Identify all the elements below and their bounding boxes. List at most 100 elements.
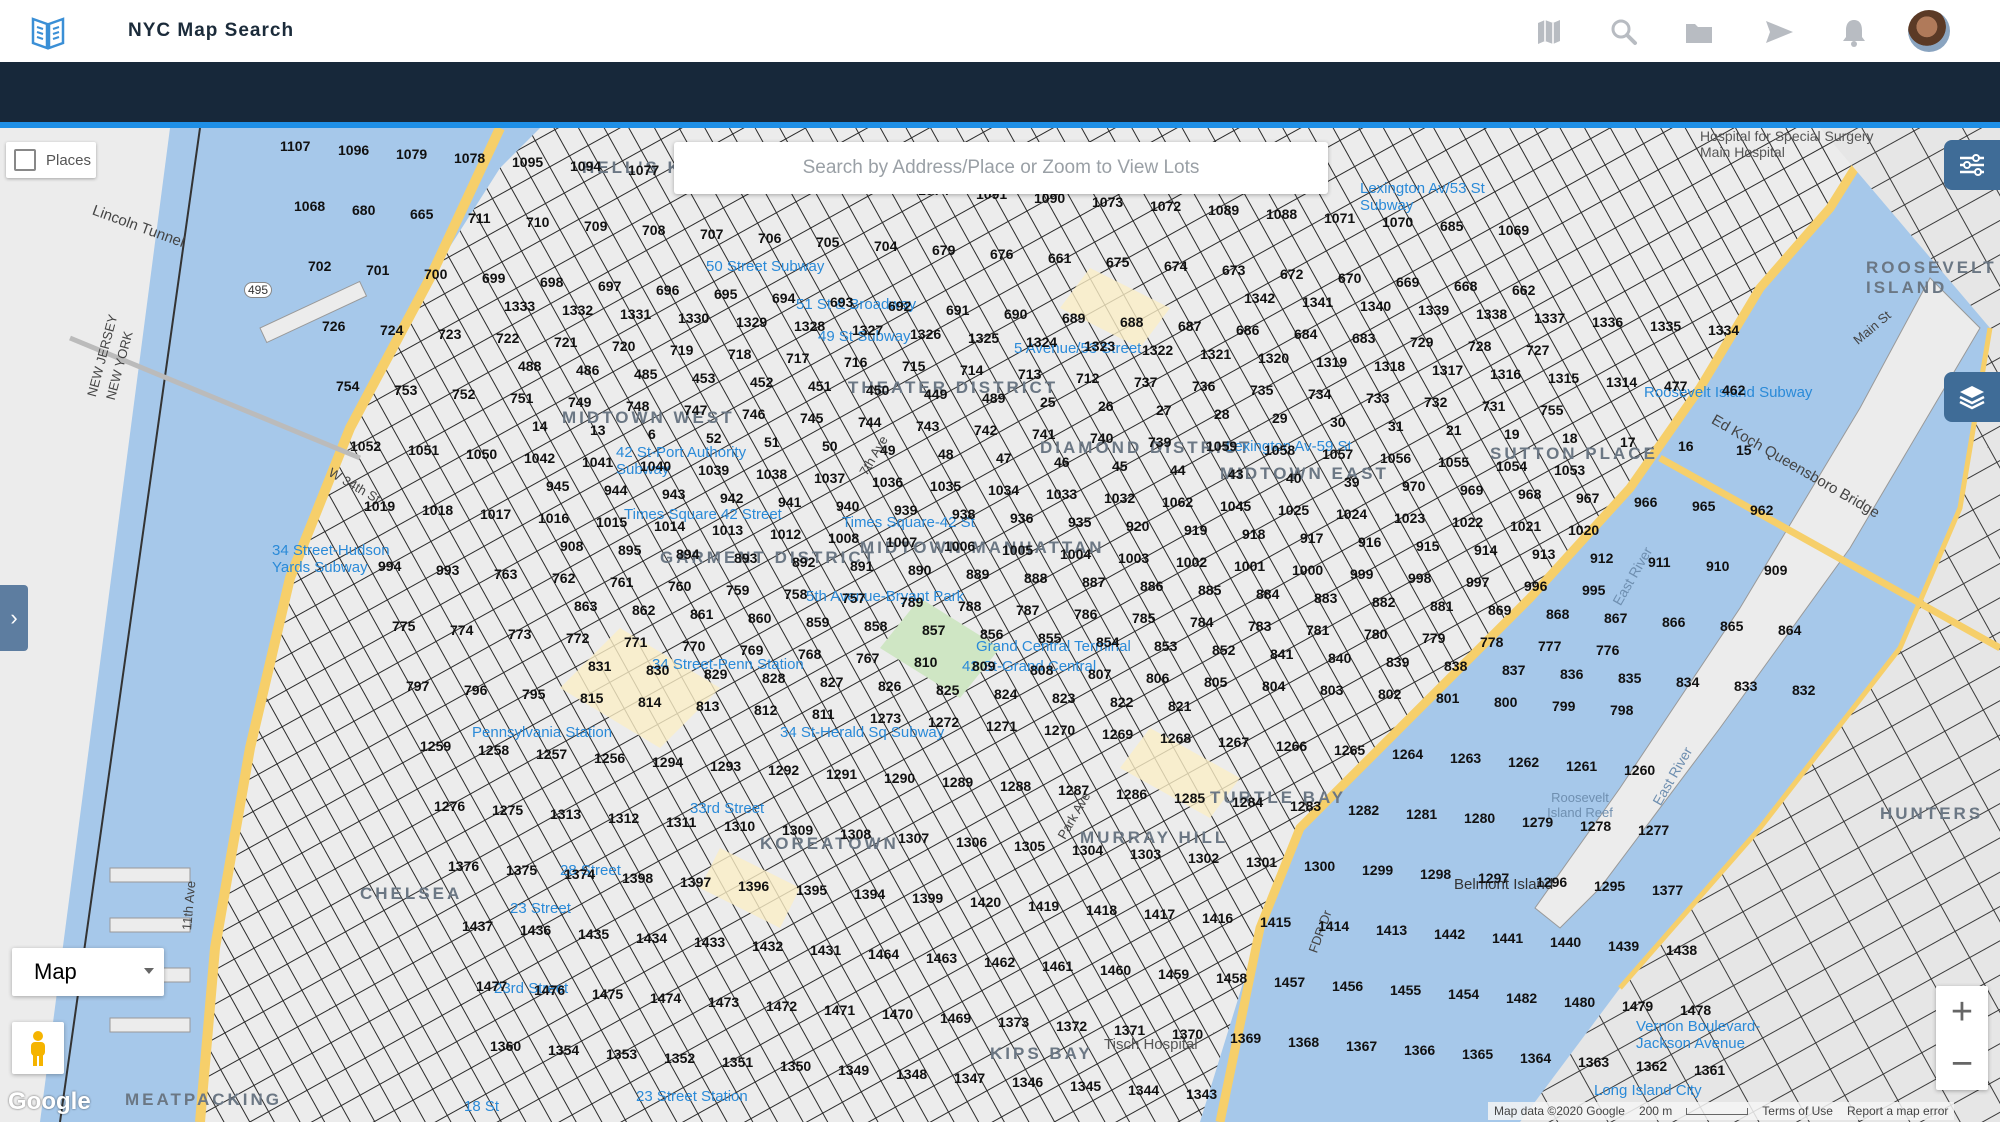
lot-number[interactable]: 740	[1090, 430, 1113, 446]
lot-number[interactable]: 944	[604, 482, 627, 498]
lot-number[interactable]: 1290	[884, 770, 915, 786]
lot-number[interactable]: 489	[982, 390, 1005, 406]
lot-number[interactable]: 795	[522, 686, 545, 702]
lot-number[interactable]: 1281	[1406, 806, 1437, 822]
lot-number[interactable]: 1320	[1258, 350, 1289, 366]
lot-number[interactable]: 839	[1386, 654, 1409, 670]
lot-number[interactable]: 486	[576, 362, 599, 378]
lot-number[interactable]: 912	[1590, 550, 1613, 566]
lot-number[interactable]: 1322	[1142, 342, 1173, 358]
lot-number[interactable]: 1039	[698, 462, 729, 478]
lot-number[interactable]: 1005	[1002, 542, 1033, 558]
lot-number[interactable]: 1260	[1624, 762, 1655, 778]
lot-number[interactable]: 713	[1018, 366, 1041, 382]
lot-number[interactable]: 1334	[1708, 322, 1739, 338]
lot-number[interactable]: 888	[1024, 570, 1047, 586]
lot-number[interactable]: 804	[1262, 678, 1285, 694]
lot-number[interactable]: 691	[946, 302, 969, 318]
lot-number[interactable]: 1375	[506, 862, 537, 878]
lot-number[interactable]: 802	[1378, 686, 1401, 702]
lot-number[interactable]: 832	[1792, 682, 1815, 698]
lot-number[interactable]: 1442	[1434, 926, 1465, 942]
lot-number[interactable]: 919	[1184, 522, 1207, 538]
lot-number[interactable]: 1107	[280, 138, 310, 154]
lot-number[interactable]: 1416	[1202, 910, 1233, 926]
lot-number[interactable]: 1368	[1288, 1034, 1319, 1050]
lot-number[interactable]: 1457	[1274, 974, 1305, 990]
lot-number[interactable]: 1369	[1230, 1030, 1261, 1046]
lot-number[interactable]: 994	[378, 558, 401, 574]
lot-number[interactable]: 757	[842, 590, 865, 606]
lot-number[interactable]: 1078	[454, 150, 485, 166]
lot-number[interactable]: 748	[626, 398, 649, 414]
lot-number[interactable]: 1302	[1188, 850, 1219, 866]
lot-number[interactable]: 1284	[1232, 794, 1263, 810]
lot-number[interactable]: 695	[714, 286, 737, 302]
lot-number[interactable]: 1350	[780, 1058, 811, 1074]
lot-number[interactable]: 786	[1074, 606, 1097, 622]
lot-number[interactable]: 1268	[1160, 730, 1191, 746]
lot-number[interactable]: 812	[754, 702, 777, 718]
lot-number[interactable]: 690	[1004, 306, 1027, 322]
lot-number[interactable]: 909	[1764, 562, 1787, 578]
address-search-input[interactable]: Search by Address/Place or Zoom to View …	[674, 142, 1328, 194]
zoom-in-button[interactable]: +	[1936, 986, 1988, 1038]
lot-number[interactable]: 1096	[338, 142, 369, 158]
lot-number[interactable]: 30	[1330, 414, 1346, 430]
lot-number[interactable]: 852	[1212, 642, 1235, 658]
lot-number[interactable]: 1361	[1694, 1062, 1725, 1078]
lot-number[interactable]: 1365	[1462, 1046, 1493, 1062]
lot-number[interactable]: 715	[902, 358, 925, 374]
lot-number[interactable]: 1480	[1564, 994, 1595, 1010]
lot-number[interactable]: 39	[1344, 474, 1360, 490]
lot-number[interactable]: 1373	[998, 1014, 1029, 1030]
lot-number[interactable]: 1433	[694, 934, 725, 950]
lot-number[interactable]: 1330	[678, 310, 709, 326]
lot-number[interactable]: 1263	[1450, 750, 1481, 766]
lot-number[interactable]: 706	[758, 230, 781, 246]
terms-link[interactable]: Terms of Use	[1762, 1104, 1833, 1118]
lot-number[interactable]: 789	[900, 594, 923, 610]
lot-number[interactable]: 1058	[1264, 442, 1295, 458]
lot-number[interactable]: 1059	[1206, 438, 1237, 454]
lot-number[interactable]: 833	[1734, 678, 1757, 694]
lot-number[interactable]: 707	[700, 226, 723, 242]
lot-number[interactable]: 1339	[1418, 302, 1449, 318]
lot-number[interactable]: 1329	[736, 314, 767, 330]
lot-number[interactable]: 1264	[1392, 746, 1423, 762]
lot-number[interactable]: 1038	[756, 466, 787, 482]
lot-number[interactable]: 1275	[492, 802, 523, 818]
lot-number[interactable]: 450	[866, 382, 889, 398]
lot-number[interactable]: 890	[908, 562, 931, 578]
lot-number[interactable]: 801	[1436, 690, 1459, 706]
lot-number[interactable]: 48	[938, 446, 954, 462]
lot-number[interactable]: 759	[726, 582, 749, 598]
lot-number[interactable]: 1306	[956, 834, 987, 850]
lot-number[interactable]: 911	[1648, 554, 1671, 570]
lot-number[interactable]: 993	[436, 562, 459, 578]
lot-number[interactable]: 710	[526, 214, 549, 230]
lot-number[interactable]: 675	[1106, 254, 1129, 270]
lot-number[interactable]: 704	[874, 238, 897, 254]
lot-number[interactable]: 859	[806, 614, 829, 630]
lot-number[interactable]: 1376	[448, 858, 479, 874]
lot-number[interactable]: 687	[1178, 318, 1201, 334]
lot-number[interactable]: 1269	[1102, 726, 1133, 742]
lot-number[interactable]: 781	[1306, 622, 1329, 638]
lot-number[interactable]: 1317	[1432, 362, 1463, 378]
lot-number[interactable]: 684	[1294, 326, 1317, 342]
lot-number[interactable]: 43	[1228, 466, 1244, 482]
lot-number[interactable]: 788	[958, 598, 981, 614]
lot-number[interactable]: 1277	[1638, 822, 1669, 838]
lot-number[interactable]: 1021	[1510, 518, 1541, 534]
lot-number[interactable]: 718	[728, 346, 751, 362]
map-icon[interactable]	[1533, 16, 1565, 48]
lot-number[interactable]: 893	[734, 550, 757, 566]
lot-number[interactable]: 1062	[1162, 494, 1193, 510]
lot-number[interactable]: 1435	[578, 926, 609, 942]
lot-number[interactable]: 970	[1402, 478, 1425, 494]
lot-number[interactable]: 1256	[594, 750, 625, 766]
lot-number[interactable]: 797	[406, 678, 429, 694]
lot-number[interactable]: 1311	[666, 814, 696, 830]
lot-number[interactable]: 1395	[796, 882, 827, 898]
